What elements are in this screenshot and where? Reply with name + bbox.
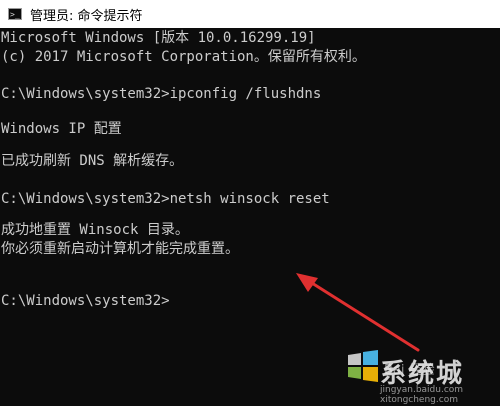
windows-logo-icon — [348, 350, 378, 382]
watermark: Bai 经验 系统城 jingyan.baidu.com xitongcheng… — [340, 345, 500, 406]
site-url: xitongcheng.com — [380, 395, 458, 405]
baidu-url: jingyan.baidu.com — [380, 385, 464, 395]
